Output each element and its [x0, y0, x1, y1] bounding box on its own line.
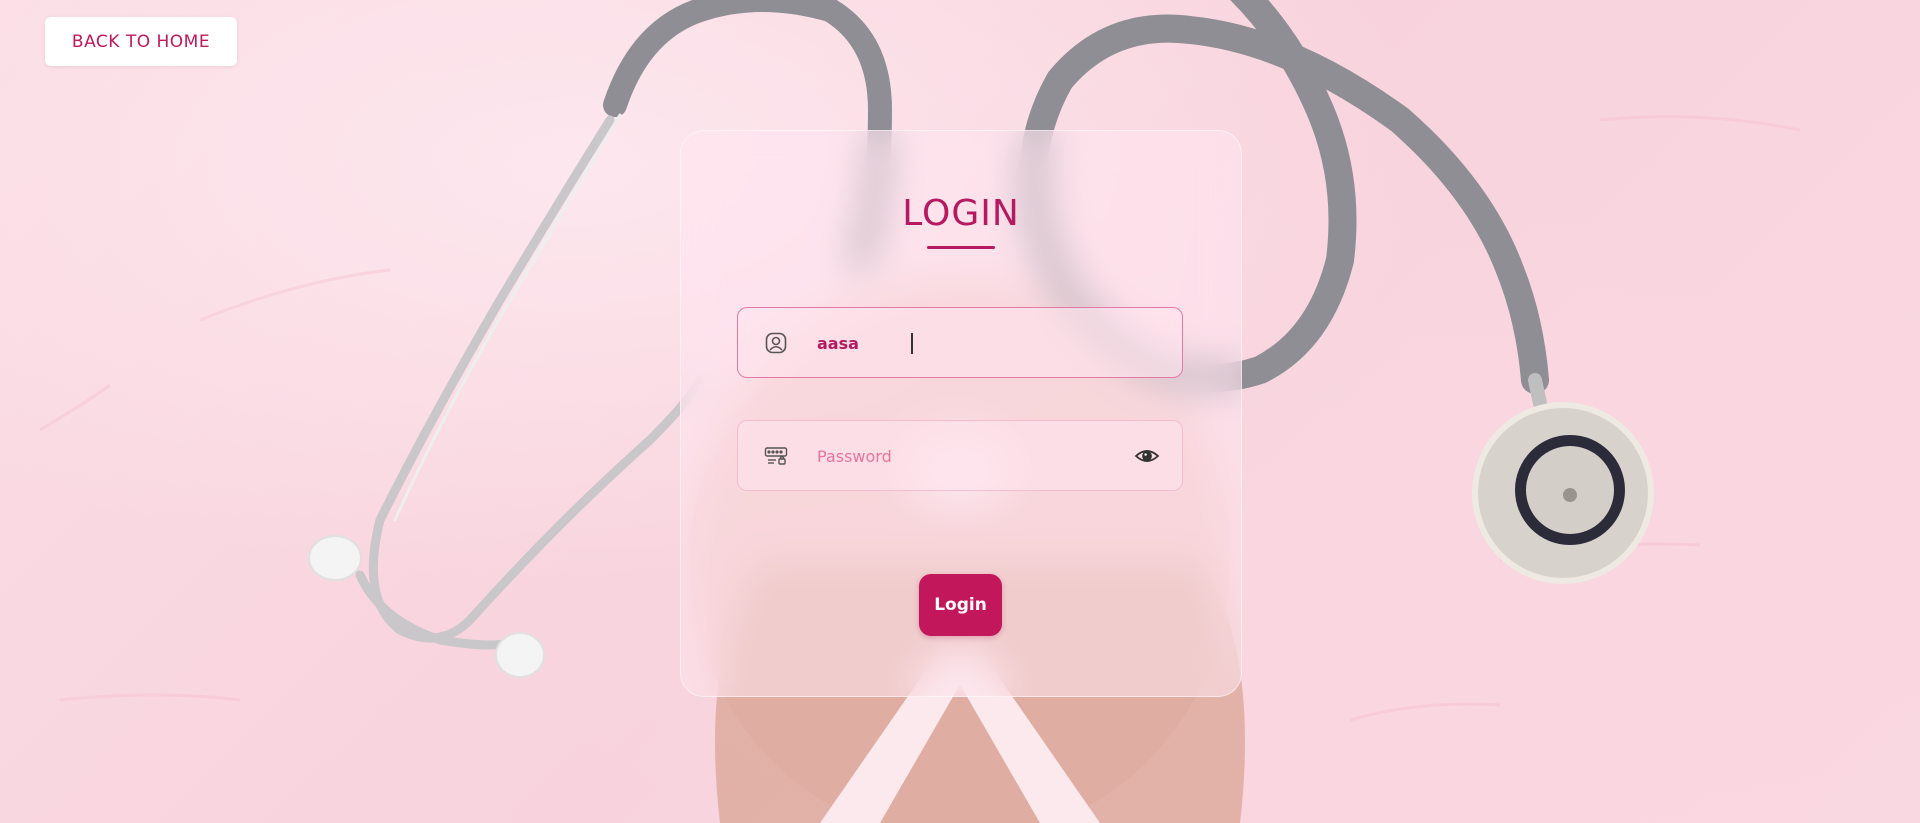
- title-underline: [927, 246, 995, 249]
- login-page: BACK TO HOME LOGIN aasa Login: [0, 0, 1920, 823]
- eye-icon[interactable]: [1134, 444, 1160, 468]
- back-to-home-button[interactable]: BACK TO HOME: [45, 17, 237, 66]
- login-button[interactable]: Login: [919, 574, 1002, 636]
- username-field[interactable]: [737, 307, 1183, 378]
- text-caret: [911, 333, 913, 354]
- username-input[interactable]: [817, 328, 1117, 358]
- login-card: LOGIN aasa Login: [680, 130, 1242, 697]
- password-input[interactable]: [817, 441, 1117, 471]
- user-icon: [765, 332, 787, 354]
- login-title: LOGIN: [902, 193, 1020, 234]
- password-field[interactable]: [737, 420, 1183, 491]
- keyboard-icon: [764, 447, 788, 465]
